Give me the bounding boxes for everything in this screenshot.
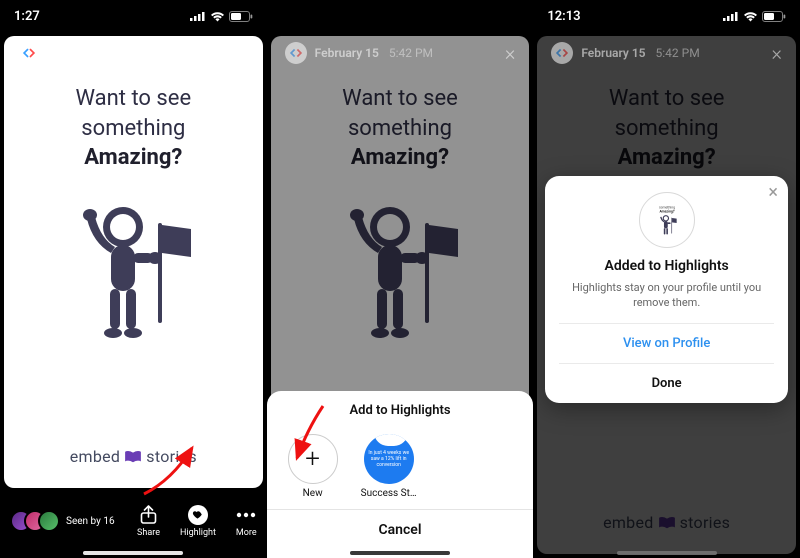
heading-strong: Amazing? [76, 143, 192, 173]
wifi-icon [210, 11, 225, 22]
done-button[interactable]: Done [559, 363, 774, 403]
phone-screen-2: Want to see something Amazing? embed sto [267, 0, 534, 558]
modal-thumbnail: something Amazing? [639, 192, 695, 248]
existing-label: Success St... [361, 488, 417, 499]
story-time: 5:42 PM [122, 46, 166, 60]
status-bar: 1:27 [0, 0, 267, 32]
story-heading: Want to see something Amazing? [76, 84, 192, 173]
story-header: February 15 5:42 PM × [275, 36, 526, 70]
story-time: 5:42 PM [656, 46, 700, 60]
svg-text:Amazing?: Amazing? [659, 210, 674, 214]
wifi-icon [743, 11, 758, 22]
status-time: 1:27 [14, 9, 40, 24]
phone-screen-3: Want to see something Amazing? embed sto [533, 0, 800, 558]
plus-icon: + [288, 434, 338, 484]
story-time: 5:42 PM [389, 46, 433, 60]
view-on-profile-button[interactable]: View on Profile [559, 323, 774, 363]
battery-icon [229, 11, 253, 22]
story-header: February 15 5:42 PM × [8, 36, 259, 70]
heading-line2: something [76, 114, 192, 144]
close-icon[interactable]: × [238, 43, 248, 63]
status-right [723, 11, 786, 22]
seen-by[interactable]: Seen by 16 [10, 510, 115, 532]
heading-line1: Want to see [76, 84, 192, 114]
more-label: More [236, 528, 257, 538]
added-to-highlights-modal: × something Amazing? Added to Highlights… [545, 176, 788, 403]
svg-text:something: something [659, 206, 675, 210]
highlight-button[interactable]: Highlight [180, 505, 216, 538]
seen-by-label: Seen by 16 [66, 516, 115, 527]
share-label: Share [137, 528, 160, 538]
close-icon[interactable]: × [505, 43, 515, 63]
add-to-highlights-sheet: Add to Highlights + New In just 4 weeks … [267, 391, 534, 558]
status-time: 12:13 [547, 9, 580, 24]
share-icon [140, 505, 157, 525]
battery-icon [495, 11, 519, 22]
wifi-icon [476, 11, 491, 22]
cellular-signal-icon [456, 11, 472, 21]
sheet-title: Add to Highlights [267, 403, 534, 428]
cellular-signal-icon [190, 11, 206, 21]
modal-title: Added to Highlights [559, 258, 774, 274]
story-date: February 15 [48, 46, 112, 60]
status-bar: 12:13 [533, 0, 800, 32]
existing-highlight-button[interactable]: In just 4 weeks we saw a 12% lift in con… [361, 434, 417, 499]
book-icon [124, 450, 142, 464]
astronaut-illustration [73, 195, 193, 349]
highlight-label: Highlight [180, 528, 216, 538]
brand-suffix: stories [146, 447, 197, 466]
status-bar: 12:12 [267, 0, 534, 32]
close-icon[interactable]: × [768, 184, 778, 202]
story-bottom-bar: Seen by 16 Share Highlight [0, 492, 267, 558]
heart-circle-icon [188, 505, 208, 525]
new-label: New [303, 488, 323, 499]
home-indicator[interactable] [83, 551, 183, 555]
more-icon [236, 505, 256, 525]
share-button[interactable]: Share [137, 505, 160, 538]
story-date: February 15 [581, 46, 645, 60]
status-right [190, 11, 253, 22]
cellular-signal-icon [723, 11, 739, 21]
story-avatar [285, 42, 307, 64]
phone-screen-1: 1:27 Want to see something Amazing? [0, 0, 267, 558]
story-card[interactable]: Want to see something Amazing? [4, 36, 263, 488]
highlight-thumbnail: In just 4 weeks we saw a 12% lift in con… [364, 434, 414, 484]
status-right [456, 11, 519, 22]
story-avatar[interactable] [18, 42, 40, 64]
brand-logo: embed stories [70, 447, 197, 466]
close-icon[interactable]: × [771, 43, 781, 63]
home-indicator[interactable] [350, 551, 450, 555]
new-highlight-button[interactable]: + New [285, 434, 341, 499]
battery-icon [762, 11, 786, 22]
modal-subtitle: Highlights stay on your profile until yo… [559, 280, 774, 323]
viewer-avatar [38, 510, 60, 532]
brand-prefix: embed [70, 447, 121, 466]
avatar-stack [10, 510, 60, 532]
story-avatar [551, 42, 573, 64]
more-button[interactable]: More [236, 505, 257, 538]
story-header: February 15 5:42 PM × [541, 36, 792, 70]
story-date: February 15 [315, 46, 379, 60]
status-time: 12:12 [281, 9, 314, 24]
